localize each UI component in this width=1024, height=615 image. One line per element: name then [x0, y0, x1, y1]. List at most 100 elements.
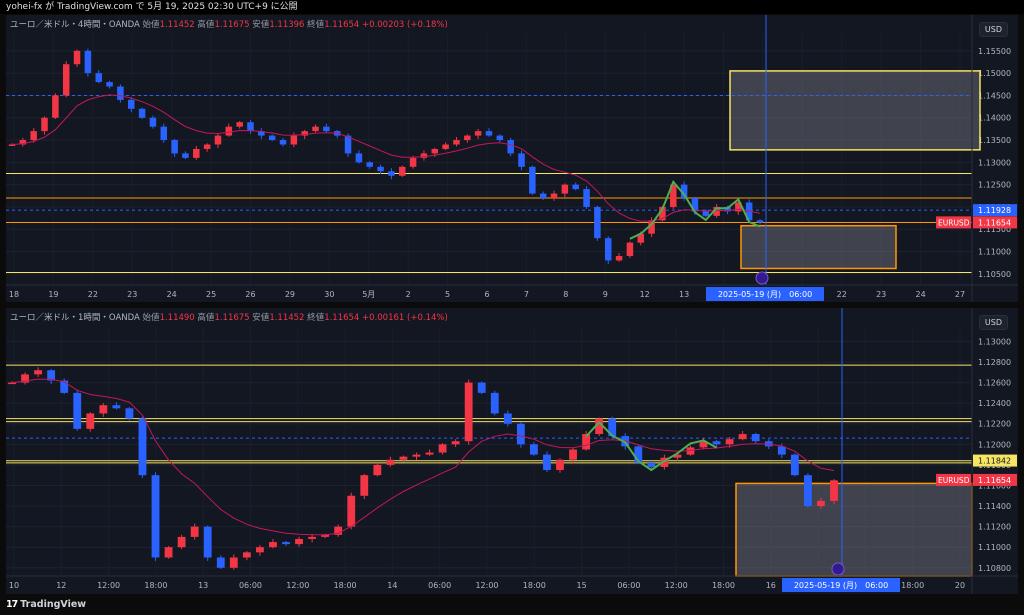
y-tick-label: 1.13500 — [978, 136, 1011, 145]
candle-body — [543, 454, 551, 471]
candle-body — [399, 166, 406, 176]
candle-body — [377, 166, 384, 172]
candle-body — [594, 206, 601, 239]
candle-body — [182, 153, 189, 158]
candle-body — [99, 405, 108, 414]
candle-body — [255, 547, 264, 553]
price-tag-value: 1.11928 — [978, 206, 1011, 215]
legend-low-label: 安値 — [252, 20, 270, 30]
x-tick-label: 15 — [577, 581, 587, 590]
candle-body — [386, 459, 395, 465]
x-tick-label: 10 — [9, 581, 19, 590]
candle-body — [647, 462, 656, 467]
candle-body — [269, 542, 277, 548]
chart-1h-canvas[interactable]: 1.13000 1.12800 1.12600 1.12400 1.12200 1.120… — [6, 308, 1018, 594]
x-tick-label: 18:00 — [712, 581, 735, 590]
chart-panel-1h[interactable]: 1.13000 1.12800 1.12600 1.12400 1.12200 1.120… — [6, 308, 1018, 594]
legend-low-label: 安値 — [252, 313, 270, 323]
y-tick-label: 1.12600 — [978, 379, 1011, 388]
candle-body — [702, 211, 710, 216]
legend-symbol: ユーロ／米ドル・1時間・OANDA — [10, 313, 140, 323]
legend-close: 1.11654 — [324, 313, 360, 323]
chart-legend-1h: ユーロ／米ドル・1時間・OANDA 始値1.11490 高値1.11675 安値… — [10, 311, 448, 323]
candle-body — [817, 500, 825, 507]
candle-body — [112, 405, 121, 409]
legend-open-label: 始値 — [142, 20, 160, 30]
currency-button[interactable]: USD — [978, 22, 1008, 37]
x-tick-label: 06:00 — [428, 581, 451, 590]
y-tick-label: 1.10800 — [978, 564, 1011, 573]
candle-body — [171, 140, 178, 154]
candle-body — [485, 131, 493, 136]
candle-body — [451, 441, 460, 445]
x-tick-label: 18 — [9, 290, 19, 299]
chart-panel-4h[interactable]: 1.15500 1.15000 1.14500 1.14000 1.13500 1.130… — [6, 15, 1018, 302]
chart-legend-4h: ユーロ／米ドル・4時間・OANDA 始値1.11452 高値1.11675 安値… — [10, 18, 448, 30]
y-tick-label: 1.10500 — [978, 270, 1011, 279]
candle-body — [474, 131, 482, 136]
legend-close-label: 終値 — [307, 20, 325, 30]
x-tick-label: 06:00 — [239, 581, 262, 590]
candle-body — [106, 82, 113, 87]
candle-body — [190, 526, 199, 537]
candle-body — [308, 536, 317, 539]
candle-body — [151, 475, 160, 558]
candle-body — [225, 126, 233, 136]
candle-body — [73, 392, 82, 429]
candle-body — [453, 140, 460, 145]
candle-body — [569, 449, 577, 460]
tradingview-logo[interactable]: 17 TradingView — [6, 599, 86, 610]
x-tick-label: 13 — [198, 581, 208, 590]
legend-high: 1.11675 — [214, 313, 250, 323]
candle-body — [34, 370, 43, 375]
x-tick-label: 13 — [679, 290, 689, 299]
candle-body — [518, 153, 525, 167]
candle-body — [347, 495, 356, 527]
x-tick-label: 29 — [285, 290, 295, 299]
x-tick-label: 25 — [206, 290, 216, 299]
candle-body — [409, 157, 417, 167]
x-tick-label: 12 — [640, 290, 650, 299]
price-tag-value: 1.11654 — [978, 218, 1011, 227]
x-tick-label: 24 — [167, 290, 177, 299]
y-tick-label: 1.12800 — [978, 358, 1011, 367]
candle-body — [725, 439, 734, 445]
candle-body — [86, 413, 95, 429]
candle-body — [615, 256, 623, 261]
y-tick-label: 1.11400 — [978, 502, 1011, 511]
candle-body — [442, 144, 449, 149]
x-tick-label: 12:00 — [665, 581, 688, 590]
candle-body — [516, 423, 525, 445]
candle-body — [583, 189, 590, 207]
candle-body — [149, 117, 157, 127]
candle-body — [803, 475, 812, 507]
x-tick-label: 18:00 — [901, 581, 924, 590]
candle-body — [438, 444, 447, 453]
candle-body — [712, 441, 721, 445]
legend-open: 1.11452 — [159, 20, 195, 30]
date-tag-label: 2025-05-19 (月) 06:00 — [718, 290, 812, 299]
currency-button[interactable]: USD — [978, 315, 1008, 330]
candle-body — [62, 64, 70, 96]
candle-body — [52, 95, 59, 118]
y-tick-label: 1.15500 — [978, 47, 1011, 56]
candle-body — [8, 382, 16, 385]
legend-change: +0.00161 (+0.14%) — [362, 313, 448, 323]
candle-body — [125, 408, 134, 419]
candle-body — [242, 552, 251, 558]
legend-high-label: 高値 — [197, 20, 215, 30]
price-tag-symbol: EURUSD — [938, 476, 970, 485]
candle-body — [95, 73, 102, 83]
candle-body — [138, 108, 146, 118]
candle-body — [295, 538, 303, 545]
y-tick-label: 1.14500 — [978, 91, 1011, 100]
candle-body — [464, 135, 471, 141]
candle-body — [529, 166, 536, 194]
y-tick-label: 1.12000 — [978, 440, 1011, 449]
price-tag-value: 1.11654 — [978, 476, 1011, 485]
legend-change: +0.00203 (+0.18%) — [362, 20, 448, 30]
candle-body — [572, 184, 579, 190]
chart-4h-canvas[interactable]: 1.15500 1.15000 1.14500 1.14000 1.13500 1.130… — [6, 15, 1018, 302]
x-tick-label: 20 — [955, 581, 965, 590]
candle-body — [290, 135, 298, 145]
